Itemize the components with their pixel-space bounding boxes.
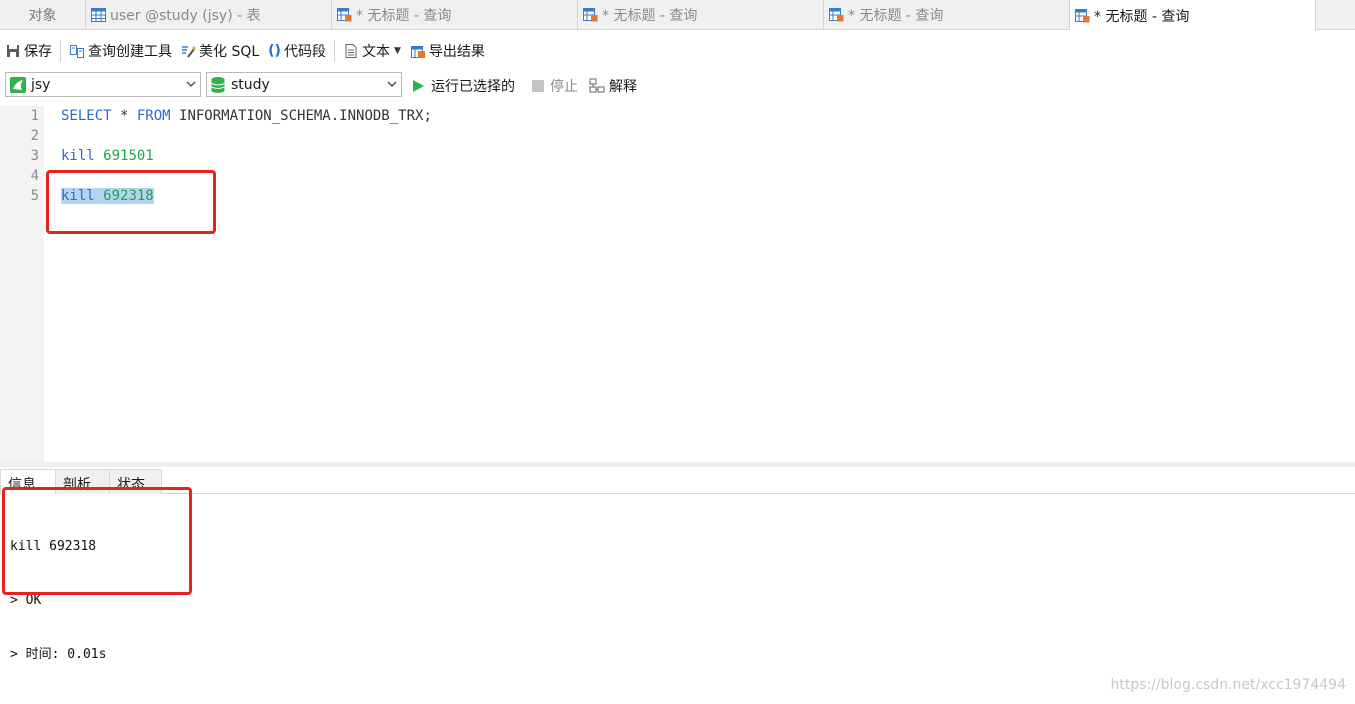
stop-icon (532, 80, 544, 92)
code-snippet-button[interactable]: () 代码段 (268, 41, 326, 61)
beautify-sql-button[interactable]: 美化 SQL (180, 41, 259, 61)
tab-objects[interactable]: 对象 (0, 0, 86, 30)
sql-editor[interactable]: 1 2 3 4 5 SELECT * FROM INFORMATION_SCHE… (0, 106, 1355, 462)
export-icon (410, 46, 425, 58)
query-builder-icon (70, 45, 84, 58)
run-toolbar: 运行已选择的 停止 解释 (0, 70, 1355, 100)
code-line-3[interactable]: kill 691501 (61, 146, 154, 166)
query-icon (337, 8, 352, 22)
tab-label: user @study (jsy) - 表 (110, 8, 261, 24)
run-selected-button[interactable]: 运行已选择的 (411, 76, 515, 96)
save-icon (7, 45, 19, 57)
line-number: 4 (30, 168, 39, 184)
toolbar-divider (60, 40, 61, 62)
sql-number: 691501 (103, 148, 154, 164)
document-icon (345, 44, 357, 58)
sql-text: INFORMATION_SCHEMA.INNODB_TRX; (170, 108, 432, 124)
text-mode-dropdown[interactable]: 文本 ▼ (343, 41, 401, 61)
explain-button[interactable]: 解释 (589, 76, 637, 96)
tab-query-2[interactable]: * 无标题 - 查询 (578, 0, 824, 30)
tab-label: * 无标题 - 查询 (602, 8, 698, 24)
caret-down-icon: ▼ (393, 46, 401, 56)
query-icon (583, 8, 598, 22)
line-number-gutter: 1 2 3 4 5 (0, 106, 44, 462)
line-number: 3 (30, 148, 39, 164)
parentheses-icon: () (268, 43, 281, 59)
highlight-box-output (2, 487, 192, 595)
tab-label: * 无标题 - 查询 (848, 8, 944, 24)
toolbar-divider (333, 40, 335, 62)
result-tab-bar: 信息 剖析 状态 (0, 467, 1355, 495)
main-toolbar: 保存 查询创建工具 美化 SQL () 代码段 文本 ▼ 导出结果 (0, 34, 1355, 68)
sql-text: * (111, 108, 137, 124)
query-builder-button[interactable]: 查询创建工具 (69, 41, 172, 61)
save-button[interactable]: 保存 (5, 41, 52, 61)
watermark: https://blog.csdn.net/xcc1974494 (1110, 677, 1346, 693)
sql-keyword: FROM (136, 108, 171, 124)
stop-button[interactable]: 停止 (532, 76, 578, 96)
line-number: 5 (30, 188, 39, 204)
table-icon (91, 8, 106, 22)
tab-label: * 无标题 - 查询 (356, 8, 452, 24)
export-results-button[interactable]: 导出结果 (410, 41, 485, 61)
sql-keyword: SELECT (61, 108, 112, 124)
sql-keyword: kill (61, 148, 95, 164)
tab-label: * 无标题 - 查询 (1094, 8, 1190, 25)
document-tab-bar: 对象 user @study (jsy) - 表 * 无标题 - 查询 * 无标… (0, 0, 1355, 31)
line-number: 2 (30, 128, 39, 144)
tab-user-table[interactable]: user @study (jsy) - 表 (86, 0, 332, 30)
magic-wand-icon (182, 46, 196, 58)
tab-query-1[interactable]: * 无标题 - 查询 (332, 0, 578, 30)
code-line-1[interactable]: SELECT * FROM INFORMATION_SCHEMA.INNODB_… (61, 106, 432, 126)
tab-query-active[interactable]: * 无标题 - 查询 (1070, 0, 1316, 31)
tab-query-3[interactable]: * 无标题 - 查询 (824, 0, 1070, 30)
explain-icon (589, 78, 605, 93)
highlight-box-editor (46, 170, 216, 234)
tab-label: 对象 (28, 8, 57, 24)
play-icon (413, 80, 424, 92)
line-number: 1 (30, 108, 39, 124)
query-icon (829, 8, 844, 22)
output-line: > 时间: 0.01s (10, 647, 107, 662)
query-icon (1075, 8, 1090, 22)
